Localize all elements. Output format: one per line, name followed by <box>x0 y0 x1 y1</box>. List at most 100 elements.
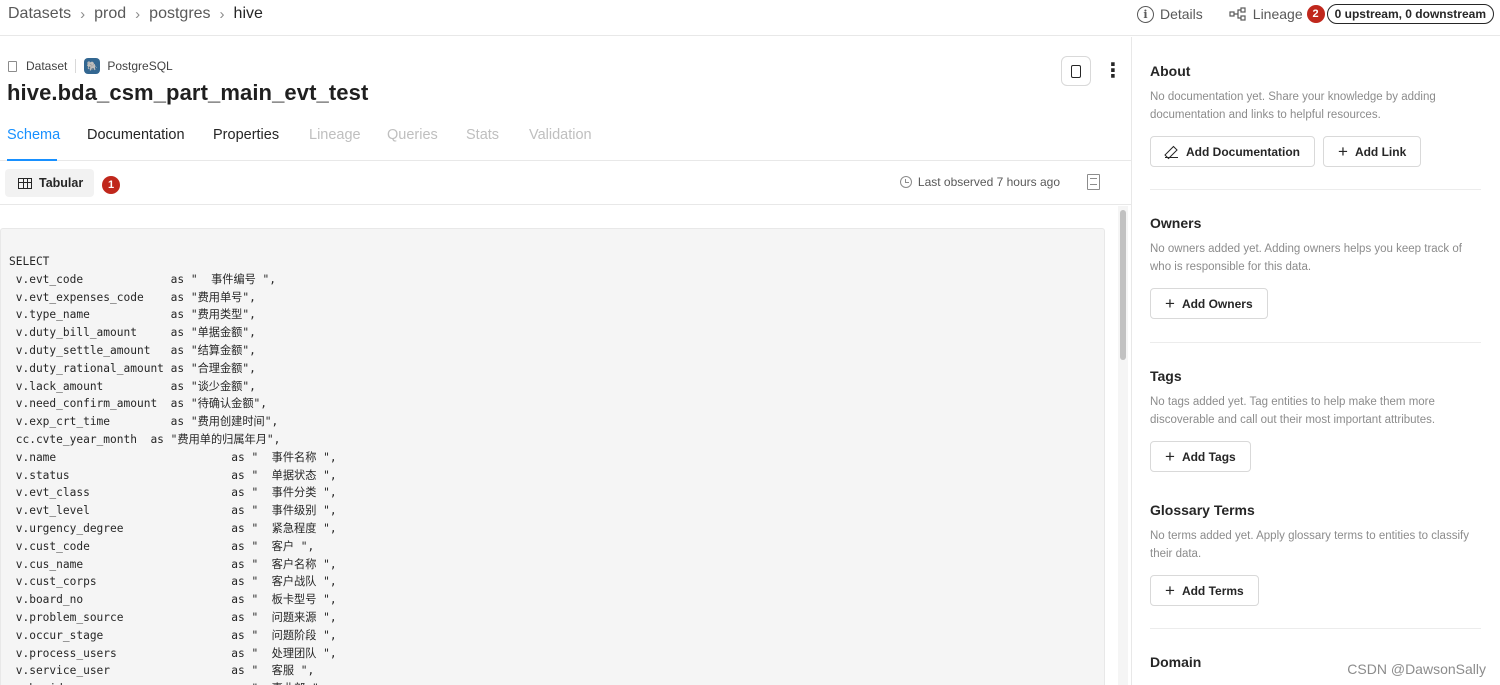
tabular-toggle-button[interactable]: Tabular <box>5 169 94 197</box>
schema-code-area: SELECT v.evt_code as " 事件编号 ", v.evt_exp… <box>0 206 1131 685</box>
add-documentation-button[interactable]: Add Documentation <box>1150 136 1315 168</box>
platform-label: PostgreSQL <box>107 59 173 73</box>
scrollbar-thumb[interactable] <box>1120 210 1126 360</box>
entity-type-label: Dataset <box>26 59 68 73</box>
postgresql-icon: 🐘 <box>84 58 101 74</box>
plus-icon: + <box>1165 447 1175 467</box>
tab-documentation[interactable]: Documentation <box>87 127 185 143</box>
add-tags-button[interactable]: + Add Tags <box>1150 441 1251 473</box>
lineage-count-pill: 0 upstream, 0 downstream <box>1326 4 1494 24</box>
scrollbar[interactable] <box>1118 206 1128 685</box>
tab-schema[interactable]: Schema <box>7 127 60 143</box>
code-line: v.board_no as " 板卡型号 ", <box>9 593 337 607</box>
sql-code-text: SELECT v.evt_code as " 事件编号 ", v.evt_exp… <box>9 253 337 685</box>
top-actions: i Details Lineage 2 0 upstream, 0 downst… <box>1136 4 1494 24</box>
about-description: No documentation yet. Share your knowled… <box>1150 91 1436 121</box>
plus-icon: + <box>1165 294 1175 314</box>
lineage-icon <box>1229 7 1246 21</box>
tab-queries: Queries <box>387 127 438 143</box>
glossary-section: Glossary Terms No terms added yet. Apply… <box>1150 502 1481 607</box>
schema-toolbar: Tabular 1 Last observed 7 hours ago <box>0 162 1131 205</box>
last-observed: Last observed 7 hours ago <box>899 175 1060 189</box>
main-panel: Dataset 🐘 PostgreSQL hive.bda_csm_part_m… <box>0 37 1131 685</box>
add-documentation-label: Add Documentation <box>1186 144 1300 159</box>
breadcrumb-datasets[interactable]: Datasets <box>8 5 71 23</box>
report-icon[interactable] <box>1087 174 1100 190</box>
code-line: cc.cvte_year_month as "费用单的归属年月", <box>9 432 281 446</box>
clock-icon <box>899 176 912 188</box>
code-line: v.bu_id as " 事业部 ", <box>9 680 337 685</box>
sql-code-block: SELECT v.evt_code as " 事件编号 ", v.evt_exp… <box>0 228 1105 685</box>
code-line: v.lack_amount as "谈少金额", <box>9 379 256 393</box>
code-line: v.evt_level as " 事件级别 ", <box>9 504 337 518</box>
top-bar: Datasets › prod › postgres › hive i Deta… <box>0 0 1500 36</box>
code-line: v.duty_settle_amount as "结算金额", <box>9 343 256 357</box>
entity-tabs: Schema Documentation Properties Lineage … <box>0 117 1131 161</box>
last-observed-text: Last observed 7 hours ago <box>917 175 1060 189</box>
add-link-button[interactable]: + Add Link <box>1323 136 1422 168</box>
add-terms-button[interactable]: + Add Terms <box>1150 575 1259 607</box>
breadcrumb-prod[interactable]: prod <box>94 5 126 23</box>
more-options-icon[interactable]: ⋮ <box>1103 61 1123 81</box>
tab-properties[interactable]: Properties <box>213 127 279 143</box>
add-terms-label: Add Terms <box>1181 583 1244 598</box>
code-line: v.evt_code as " 事件编号 ", <box>9 272 277 286</box>
owners-section: Owners No owners added yet. Adding owner… <box>1150 215 1481 320</box>
code-line: v.duty_bill_amount as "单据金额", <box>9 326 256 340</box>
table-icon <box>18 177 32 189</box>
add-owners-label: Add Owners <box>1181 296 1253 311</box>
code-line: v.status as " 单据状态 ", <box>9 468 337 482</box>
breadcrumb-separator: › <box>219 5 225 23</box>
edit-icon <box>1165 145 1178 159</box>
copy-button[interactable] <box>1061 56 1091 86</box>
code-line: v.problem_source as " 问题来源 ", <box>9 610 337 624</box>
code-line: v.need_confirm_amount as "待确认金额", <box>9 397 268 411</box>
tags-description: No tags added yet. Tag entities to help … <box>1150 396 1436 426</box>
divider <box>75 59 77 73</box>
breadcrumb-hive[interactable]: hive <box>234 5 263 23</box>
code-line: v.service_user as " 客服 ", <box>9 664 315 678</box>
about-section: About No documentation yet. Share your k… <box>1150 63 1481 168</box>
code-line: v.duty_rational_amount as "合理金额", <box>9 361 256 375</box>
breadcrumb-separator: › <box>80 5 86 23</box>
lineage-button[interactable]: Lineage <box>1229 6 1303 22</box>
watermark: CSDN @DawsonSally <box>1347 661 1486 677</box>
copy-icon <box>1071 64 1081 78</box>
glossary-title: Glossary Terms <box>1150 502 1255 518</box>
entity-type-row: Dataset 🐘 PostgreSQL <box>8 58 173 74</box>
lineage-label: Lineage <box>1252 6 1303 22</box>
tab-lineage: Lineage <box>309 127 361 143</box>
code-line: v.exp_crt_time as "费用创建时间", <box>9 415 279 429</box>
code-line: v.cust_corps as " 客户战队 ", <box>9 575 337 589</box>
dataset-icon <box>8 60 17 72</box>
code-line: v.type_name as "费用类型", <box>9 308 256 322</box>
page-title: hive.bda_csm_part_main_evt_test <box>7 80 369 105</box>
code-line: v.cust_code as " 客户 ", <box>9 539 315 553</box>
glossary-description: No terms added yet. Apply glossary terms… <box>1150 530 1469 560</box>
code-line: v.evt_class as " 事件分类 ", <box>9 486 337 500</box>
plus-icon: + <box>1338 142 1348 162</box>
active-tab-indicator <box>7 159 57 161</box>
code-line: v.name as " 事件名称 ", <box>9 450 337 464</box>
breadcrumb-postgres[interactable]: postgres <box>149 5 210 23</box>
right-sidebar: About No documentation yet. Share your k… <box>1131 37 1500 685</box>
code-line: v.occur_stage as " 问题阶段 ", <box>9 628 337 642</box>
header-actions: ⋮ <box>1061 56 1123 86</box>
tags-section: Tags No tags added yet. Tag entities to … <box>1150 368 1481 473</box>
divider <box>1150 342 1481 343</box>
code-line: v.cus_name as " 客户名称 ", <box>9 557 337 571</box>
plus-icon: + <box>1165 581 1175 601</box>
add-owners-button[interactable]: + Add Owners <box>1150 288 1268 320</box>
tab-stats: Stats <box>466 127 500 143</box>
about-title: About <box>1150 63 1191 79</box>
owners-description: No owners added yet. Adding owners helps… <box>1150 243 1462 273</box>
annotation-badge: 2 <box>1306 5 1325 23</box>
breadcrumb: Datasets › prod › postgres › hive <box>8 5 263 23</box>
info-icon: i <box>1136 5 1154 23</box>
code-line: v.urgency_degree as " 紧急程度 ", <box>9 521 337 535</box>
tabular-label: Tabular <box>39 176 84 190</box>
details-button[interactable]: i Details <box>1136 5 1203 23</box>
add-tags-label: Add Tags <box>1181 449 1236 464</box>
divider <box>1150 189 1481 190</box>
code-line: v.process_users as " 处理团队 ", <box>9 646 337 660</box>
